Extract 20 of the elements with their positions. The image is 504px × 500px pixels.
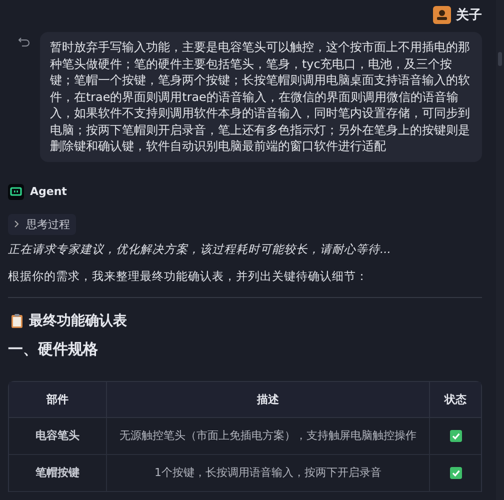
clipboard-icon bbox=[11, 314, 23, 328]
column-header: 部件 bbox=[9, 382, 107, 418]
agent-name: Agent bbox=[30, 185, 67, 198]
message-bubble: 暂时放弃手写输入功能，主要是电容笔头可以触控，这个按市面上不用插电的那种笔头做硬件；笔的硬件主要包括笔头，笔身，tyc充电口，电池，及三个按键；笔帽一个按键，笔身两个按键；长按笔帽则调用电脑桌面支持语音输入的软件，在trae的界面则调用trae的语音输入，在微信的界面则调用微信的语音输入，如果软件不支持则调用软件本身的语音输入，同时笔内设置存储，可同步到电脑；按两下笔帽则开启录音，笔上还有多色指示灯；另外在笔身上的按键则是删除键和确认键，软件自动识别电脑最前端的窗口软件进行适配 bbox=[40, 32, 482, 162]
section-heading: 一、硬件规格 bbox=[8, 340, 99, 358]
chevron-icon bbox=[14, 220, 20, 228]
status-text: 正在请求专家建议，优化解决方案，该过程耗时可能较长，请耐心等待... bbox=[8, 242, 392, 256]
column-header: 描述 bbox=[107, 382, 430, 418]
table-cell: 1个按键，长按调用语音输入，按两下开启录音 bbox=[107, 454, 430, 492]
user-name: 关子 bbox=[456, 6, 482, 24]
agent-icon bbox=[8, 184, 24, 200]
avatar-icon bbox=[433, 6, 451, 24]
thinking-toggle[interactable]: 思考过程 bbox=[8, 214, 76, 234]
undo-icon[interactable] bbox=[18, 36, 30, 48]
intro-text: 根据你的需求，我来整理最终功能确认表，并列出关键待确认细节： bbox=[8, 268, 369, 284]
column-header: 状态 bbox=[430, 382, 481, 418]
table-cell: 无源触控笔头（市面上免插电方案），支持触屏电脑触控操作 bbox=[107, 418, 430, 454]
section-title: 最终功能确认表 bbox=[29, 312, 127, 330]
table-cell: 电容笔头 bbox=[9, 418, 107, 454]
table-cell: 笔帽按键 bbox=[9, 454, 107, 492]
